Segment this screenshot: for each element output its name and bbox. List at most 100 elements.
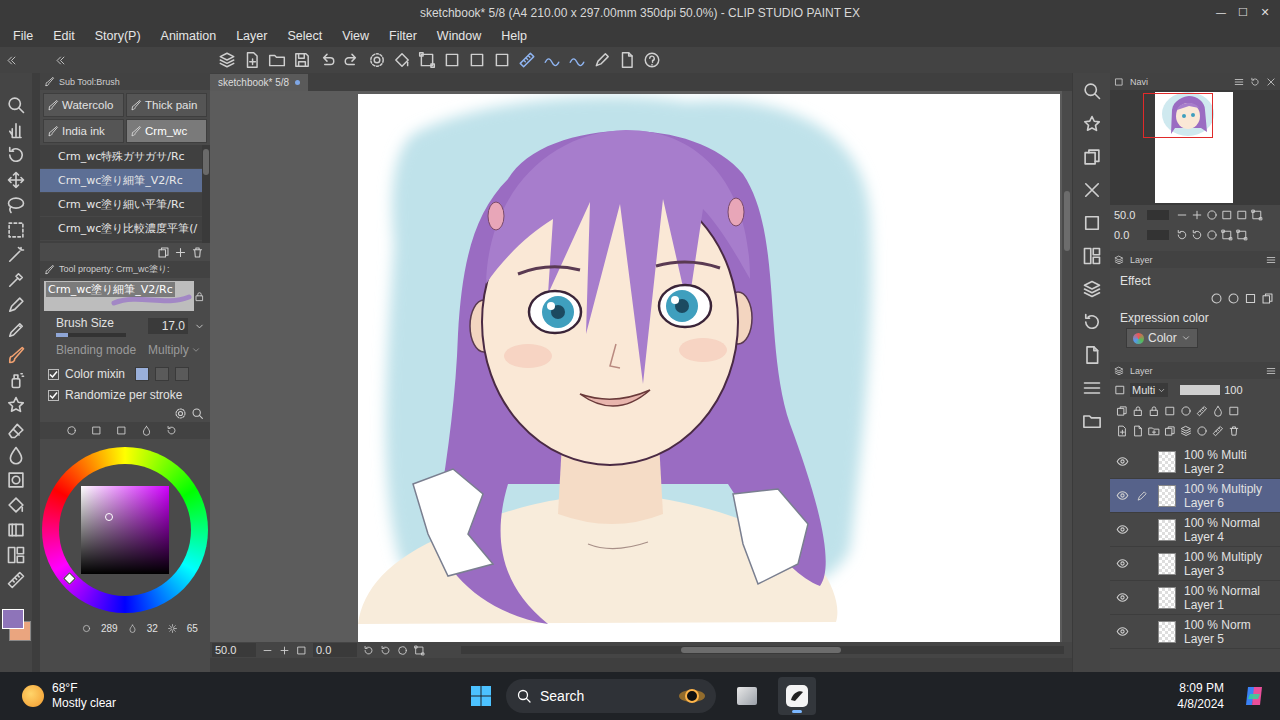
rotate-icon[interactable] xyxy=(6,145,26,165)
settings-icon[interactable] xyxy=(174,407,187,420)
rotate-right-icon[interactable] xyxy=(1191,229,1203,241)
maximize-button[interactable]: ☐ xyxy=(1232,6,1254,19)
fill-selection-icon[interactable] xyxy=(493,51,511,69)
stabilization-icon[interactable] xyxy=(568,51,586,69)
approx-icon[interactable] xyxy=(141,425,152,436)
menu-item[interactable]: Help xyxy=(501,29,527,43)
layer-row[interactable]: 100 % MultiLayer 2 xyxy=(1110,445,1280,479)
visibility-toggle[interactable] xyxy=(1114,557,1130,570)
move-icon[interactable] xyxy=(6,170,26,190)
fill-icon[interactable] xyxy=(6,495,26,515)
figure-icon[interactable] xyxy=(6,470,26,490)
layer-row[interactable]: 100 % NormLayer 5 xyxy=(1110,615,1280,649)
scrollbar[interactable] xyxy=(202,145,210,243)
rotate-right-icon[interactable] xyxy=(380,645,391,656)
merge-icon[interactable] xyxy=(1180,425,1192,437)
close-dot-icon[interactable] xyxy=(295,80,300,85)
canvas-area[interactable] xyxy=(210,91,1062,642)
reset-icon[interactable] xyxy=(397,645,408,656)
visibility-toggle[interactable] xyxy=(1114,591,1130,604)
undo-icon[interactable] xyxy=(318,51,336,69)
menu-item[interactable]: Filter xyxy=(389,29,417,43)
loading-icon[interactable] xyxy=(368,51,386,69)
zoom-field[interactable]: 50.0 xyxy=(212,643,256,657)
blend-icon[interactable] xyxy=(6,445,26,465)
fit-icon[interactable] xyxy=(1236,209,1248,221)
history-icon[interactable] xyxy=(166,425,177,436)
zoom-icon[interactable] xyxy=(191,407,204,420)
redo-icon[interactable] xyxy=(343,51,361,69)
save-icon[interactable] xyxy=(293,51,311,69)
brush-size-slider[interactable] xyxy=(56,333,126,337)
spinner-icon[interactable] xyxy=(194,321,205,332)
brush-group-tab[interactable]: Crm_wc xyxy=(126,119,207,143)
search-icon[interactable] xyxy=(1082,81,1102,101)
saturation-brightness-square[interactable] xyxy=(81,486,169,574)
menu-item[interactable]: Select xyxy=(287,29,322,43)
navigator-angle[interactable]: 0.0 xyxy=(1114,229,1144,241)
artwork[interactable] xyxy=(358,94,1060,642)
new-vector-icon[interactable] xyxy=(1132,425,1144,437)
menu-item[interactable]: Story(P) xyxy=(95,29,141,43)
material-icon[interactable] xyxy=(1082,147,1102,167)
document-tab[interactable]: sketchbook* 5/8 xyxy=(210,74,308,91)
outline-effect-icon[interactable] xyxy=(1227,292,1240,305)
favorite-icon[interactable] xyxy=(1082,114,1102,134)
flip-icon[interactable] xyxy=(414,645,425,656)
color-wheel-icon[interactable] xyxy=(66,425,77,436)
brush-item[interactable]: Crm_wc塗り細い平筆/Rc xyxy=(40,193,202,217)
layer-row[interactable]: 100 % MultiplyLayer 3 xyxy=(1110,547,1280,581)
visibility-toggle[interactable] xyxy=(1114,523,1130,536)
blend-mode-select[interactable]: Multi xyxy=(1130,383,1168,397)
opacity-slider[interactable] xyxy=(1180,385,1220,395)
clip-studio-taskbar-button[interactable] xyxy=(778,677,816,715)
trash-icon[interactable] xyxy=(1228,425,1240,437)
fit-icon[interactable] xyxy=(1221,209,1233,221)
blending-mode-select[interactable]: Multiply xyxy=(148,343,201,357)
zoom-100-icon[interactable] xyxy=(1206,209,1218,221)
intermediate-icon[interactable] xyxy=(116,425,127,436)
ruler-icon[interactable] xyxy=(6,570,26,590)
collapse-left-icon[interactable] xyxy=(55,55,66,66)
object-icon[interactable] xyxy=(1082,246,1102,266)
palette-icon[interactable] xyxy=(1212,405,1224,417)
pencil-icon[interactable] xyxy=(6,320,26,340)
navigator-view-frame[interactable] xyxy=(1143,93,1213,138)
new-file-icon[interactable] xyxy=(243,51,261,69)
menu-item[interactable]: Layer xyxy=(236,29,267,43)
zoom-in-icon[interactable] xyxy=(1191,209,1203,221)
scroll-thumb[interactable] xyxy=(203,149,209,175)
ruler-icon[interactable] xyxy=(1212,425,1224,437)
vertical-scrollbar[interactable] xyxy=(1062,91,1072,642)
flip-v-icon[interactable] xyxy=(1236,229,1248,241)
main-color-swatch[interactable] xyxy=(2,609,24,629)
rotate-left-icon[interactable] xyxy=(363,645,374,656)
item-bank-icon[interactable] xyxy=(1082,345,1102,365)
layer-row[interactable]: 100 % NormalLayer 4 xyxy=(1110,513,1280,547)
add-icon[interactable] xyxy=(174,246,187,259)
scroll-thumb[interactable] xyxy=(681,647,841,653)
brush-icon[interactable] xyxy=(6,345,26,365)
color-wheel[interactable] xyxy=(42,447,208,613)
copy-icon[interactable] xyxy=(157,246,170,259)
scroll-thumb[interactable] xyxy=(1064,191,1070,251)
visibility-toggle[interactable] xyxy=(1114,455,1130,468)
app-icon[interactable] xyxy=(218,51,236,69)
close-icon[interactable] xyxy=(1266,77,1276,87)
flip-h-icon[interactable] xyxy=(1221,229,1233,241)
hand-icon[interactable] xyxy=(6,120,26,140)
color-mixing-mode[interactable] xyxy=(135,367,149,381)
help-icon[interactable] xyxy=(643,51,661,69)
pen-pressure-icon[interactable] xyxy=(543,51,561,69)
menu-item[interactable]: File xyxy=(13,29,33,43)
color-mixing-checkbox[interactable] xyxy=(48,369,59,380)
brush-group-tab[interactable]: Watercolo xyxy=(43,93,124,117)
layer-color-icon[interactable] xyxy=(1228,405,1240,417)
mask-icon[interactable] xyxy=(1196,425,1208,437)
document-icon[interactable] xyxy=(618,51,636,69)
brush-item[interactable]: Crm_wc塗り細筆_V2/Rc xyxy=(40,169,202,193)
clear-outside-icon[interactable] xyxy=(468,51,486,69)
pen-icon[interactable] xyxy=(593,51,611,69)
copilot-icon[interactable] xyxy=(1242,684,1266,708)
brush-item[interactable]: Crm_wc塗り比較濃度平筆(/ xyxy=(40,217,202,241)
